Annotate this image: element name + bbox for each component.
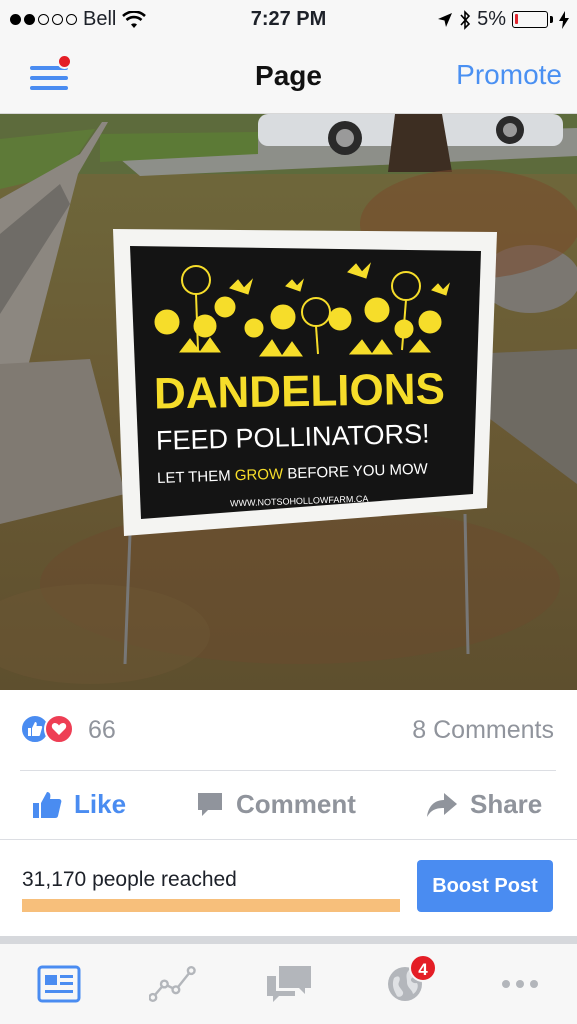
sign-tagline-start: LET THEM bbox=[157, 467, 235, 487]
tab-messages[interactable] bbox=[265, 962, 313, 1006]
love-reaction-icon bbox=[44, 714, 74, 744]
insights-graph-icon bbox=[149, 966, 196, 1002]
share-button[interactable]: Share bbox=[426, 789, 542, 820]
reach-progress-bar bbox=[22, 899, 400, 912]
tab-more[interactable] bbox=[496, 962, 544, 1006]
reactions-row: 66 8 Comments bbox=[0, 690, 577, 770]
news-feed-icon bbox=[37, 965, 81, 1003]
tab-bar: 4 bbox=[0, 944, 577, 1024]
tab-notifications[interactable]: 4 bbox=[381, 954, 437, 1006]
charging-bolt-icon bbox=[559, 10, 569, 29]
messages-icon bbox=[267, 966, 311, 1002]
tab-insights[interactable] bbox=[149, 962, 197, 1006]
tab-feed[interactable] bbox=[35, 962, 83, 1006]
notifications-badge: 4 bbox=[409, 954, 437, 982]
battery-icon bbox=[512, 11, 548, 28]
like-button[interactable]: Like bbox=[32, 789, 126, 820]
post-actions: Like Comment Share bbox=[0, 771, 577, 839]
share-arrow-icon bbox=[427, 792, 457, 817]
comment-bubble-icon bbox=[198, 792, 222, 816]
like-label: Like bbox=[74, 789, 127, 819]
sign-headline: DANDELIONS bbox=[154, 364, 446, 418]
status-right: 5% bbox=[437, 8, 569, 31]
bluetooth-icon bbox=[460, 9, 471, 30]
people-reached[interactable]: 31,170 people reached bbox=[22, 868, 237, 892]
promote-button[interactable]: Promote bbox=[456, 59, 562, 91]
location-arrow-icon bbox=[438, 12, 453, 27]
boost-post-button[interactable]: Boost Post bbox=[417, 860, 553, 912]
comment-label: Comment bbox=[236, 789, 356, 819]
status-bar: Bell 7:27 PM 5% bbox=[0, 0, 577, 40]
comments-count-link[interactable]: 8 Comments bbox=[412, 716, 554, 745]
reaction-icons[interactable] bbox=[20, 714, 74, 744]
post-photo[interactable]: DANDELIONS FEED POLLINATORS! LET THEM GR… bbox=[0, 114, 577, 690]
post-image: DANDELIONS FEED POLLINATORS! LET THEM GR… bbox=[0, 114, 577, 690]
share-label: Share bbox=[470, 789, 543, 819]
comment-button[interactable]: Comment bbox=[196, 789, 356, 820]
reach-progress-fill bbox=[22, 899, 400, 912]
reaction-count[interactable]: 66 bbox=[88, 716, 116, 745]
more-icon bbox=[502, 980, 538, 988]
battery-percent: 5% bbox=[477, 8, 506, 30]
sign-tagline-highlight: GROW bbox=[235, 466, 285, 485]
section-divider bbox=[0, 936, 577, 944]
nav-bar: Page Promote bbox=[0, 40, 577, 114]
thumbs-up-icon bbox=[33, 791, 62, 818]
reach-section: 31,170 people reached Boost Post bbox=[0, 840, 577, 936]
